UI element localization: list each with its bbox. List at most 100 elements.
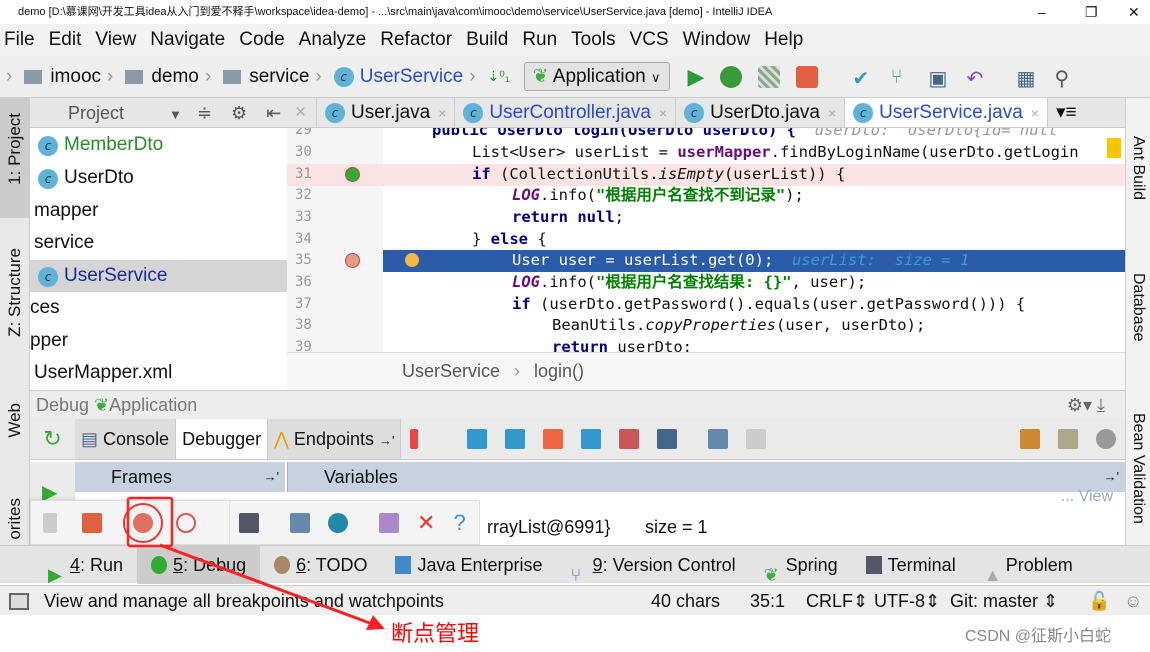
debug-config-label[interactable]: Application (109, 395, 197, 415)
view-breakpoints-icon[interactable] (123, 502, 163, 543)
collapse-icon[interactable]: ≑ (197, 103, 212, 123)
toolwin-debug[interactable]: 5: Debug (137, 545, 261, 584)
tool-bean-validation[interactable]: Bean Validation (1129, 413, 1147, 524)
help-icon[interactable]: ? (453, 510, 465, 536)
close-icon[interactable]: × (659, 105, 667, 121)
tab-userdto-java[interactable]: c UserDto.java × (676, 98, 846, 127)
breadcrumb-class[interactable]: UserService (402, 361, 500, 381)
project-structure-icon[interactable]: ▦ (1016, 66, 1038, 90)
toolwin-run[interactable]: ▶ 4: Run (34, 546, 137, 585)
force-step-into-icon[interactable] (543, 428, 564, 449)
toolwin-todo[interactable]: 6: TODO (260, 546, 381, 584)
pause-icon[interactable] (43, 512, 57, 533)
vcs-commit-icon[interactable]: ⑂ (890, 66, 912, 88)
toolwin-version-control[interactable]: ⑂ 9: Version Control (557, 546, 750, 585)
tool-structure[interactable]: Z: Structure (5, 248, 25, 337)
run-config-select[interactable]: ❦ Application ∨ (523, 62, 670, 91)
tree-item-service[interactable]: service (30, 227, 287, 259)
lock-icon[interactable]: 🔓 (1088, 586, 1110, 616)
tab-endpoints[interactable]: ⋀ Endpoints →' (268, 418, 402, 459)
debug-icon[interactable] (720, 65, 743, 88)
menu-build[interactable]: Build (466, 29, 508, 51)
hide-icon[interactable]: ⇤ (266, 103, 281, 123)
toggle-tool-windows-icon[interactable] (9, 593, 29, 610)
drop-frame-icon[interactable] (619, 428, 640, 449)
tab-console[interactable]: ▤ Console (75, 418, 177, 459)
gear-icon[interactable]: ⚙▾ ⤓ (1067, 391, 1105, 419)
tree-item-mapper[interactable]: mapper (30, 195, 287, 227)
crumb-service[interactable]: service (223, 66, 309, 88)
inspector-icon[interactable]: ☺ (1124, 586, 1142, 616)
close-icon[interactable]: × (438, 105, 446, 121)
close-icon[interactable]: × (828, 105, 836, 121)
step-out-icon[interactable] (581, 428, 602, 449)
profiler-icon[interactable] (1096, 428, 1116, 449)
close-icon[interactable]: × (1031, 105, 1039, 121)
status-caret-position[interactable]: 35:1 (750, 586, 785, 616)
tree-item-ces[interactable]: ces (30, 292, 287, 324)
mute-breakpoints-icon[interactable] (176, 512, 196, 533)
breadcrumb-method[interactable]: login() (534, 361, 584, 381)
menu-vcs[interactable]: VCS (630, 29, 669, 51)
evaluate-expression-icon[interactable] (708, 428, 729, 449)
menu-refactor[interactable]: Refactor (380, 29, 452, 51)
toolwin-terminal[interactable]: Terminal (852, 546, 970, 584)
tool-web[interactable]: Web (5, 403, 25, 438)
show-execution-point-icon[interactable] (410, 428, 419, 449)
threads-icon[interactable] (1020, 428, 1040, 449)
tab-list-icon[interactable]: ▾≡ (1048, 98, 1085, 127)
tree-item-userdto[interactable]: c UserDto (30, 162, 287, 194)
menu-run[interactable]: Run (522, 29, 557, 51)
tab-user-java[interactable]: c User.java × (317, 98, 456, 127)
tool-project[interactable]: 1: Project (5, 113, 25, 185)
memory-icon[interactable] (1058, 428, 1078, 449)
tab-usercontroller-java[interactable]: c UserController.java × (455, 98, 677, 127)
sort-icon[interactable]: ⇣⁰₁ (488, 68, 510, 85)
dropdown-icon[interactable]: ▼ (169, 107, 182, 122)
toolwin-java-enterprise[interactable]: Java Enterprise (381, 546, 556, 584)
tab-debugger[interactable]: Debugger (176, 418, 269, 459)
rerun-icon[interactable]: ↻ (30, 426, 75, 452)
menu-analyze[interactable]: Analyze (299, 29, 367, 51)
tool-favorites[interactable]: orites (5, 498, 25, 540)
menu-help[interactable]: Help (764, 29, 803, 51)
crumb-imooc[interactable]: imooc (24, 66, 101, 88)
menu-window[interactable]: Window (683, 29, 751, 51)
menu-edit[interactable]: Edit (49, 29, 82, 51)
breakpoint-icon[interactable] (345, 167, 360, 182)
settings-icon[interactable] (328, 512, 348, 533)
toolwin-problems[interactable]: ▲ Problem (970, 546, 1087, 585)
vcs-update-icon[interactable]: ✔ (852, 66, 874, 90)
warning-marker[interactable] (1107, 138, 1121, 158)
crumb-demo[interactable]: demo (125, 66, 199, 88)
tree-item-userservice[interactable]: c UserService (30, 260, 287, 292)
menu-tools[interactable]: Tools (571, 29, 615, 51)
project-title[interactable]: Project (68, 103, 124, 123)
stop-icon[interactable] (82, 512, 102, 533)
pin-icon[interactable] (379, 512, 399, 533)
gear-icon[interactable]: ⚙ (231, 103, 247, 123)
crumb-userservice[interactable]: c UserService (333, 66, 463, 88)
code-editor[interactable]: 29 public UserDto login(UserDto userDto) … (287, 128, 1125, 352)
breakpoint-check-icon[interactable] (345, 253, 360, 268)
menu-view[interactable]: View (95, 29, 136, 51)
step-into-icon[interactable] (505, 428, 526, 449)
stop-icon[interactable] (796, 65, 819, 88)
tree-item-memberdto[interactable]: c MemberDto (30, 129, 287, 161)
status-encoding[interactable]: UTF-8⇕ (874, 586, 940, 616)
close-icon[interactable]: ✕ (417, 510, 435, 536)
camera-icon[interactable] (239, 512, 259, 533)
layout-icon[interactable] (290, 512, 310, 533)
revert-icon[interactable]: ↶ (966, 66, 988, 90)
run-to-cursor-icon[interactable] (657, 428, 678, 449)
trace-icon[interactable] (746, 428, 767, 449)
tree-item-pper[interactable]: pper (30, 325, 287, 357)
tool-ant-build[interactable]: Ant Build (1129, 136, 1147, 200)
run-icon[interactable]: ▶ (688, 64, 705, 90)
restore-button[interactable]: ❐ (1085, 0, 1098, 24)
tool-database[interactable]: Database (1129, 273, 1147, 342)
status-git-branch[interactable]: Git: master ⇕ (950, 586, 1058, 616)
vcs-compare-icon[interactable]: ▣ (928, 66, 950, 90)
menu-code[interactable]: Code (239, 29, 284, 51)
search-icon[interactable]: ⚲ (1054, 66, 1076, 90)
